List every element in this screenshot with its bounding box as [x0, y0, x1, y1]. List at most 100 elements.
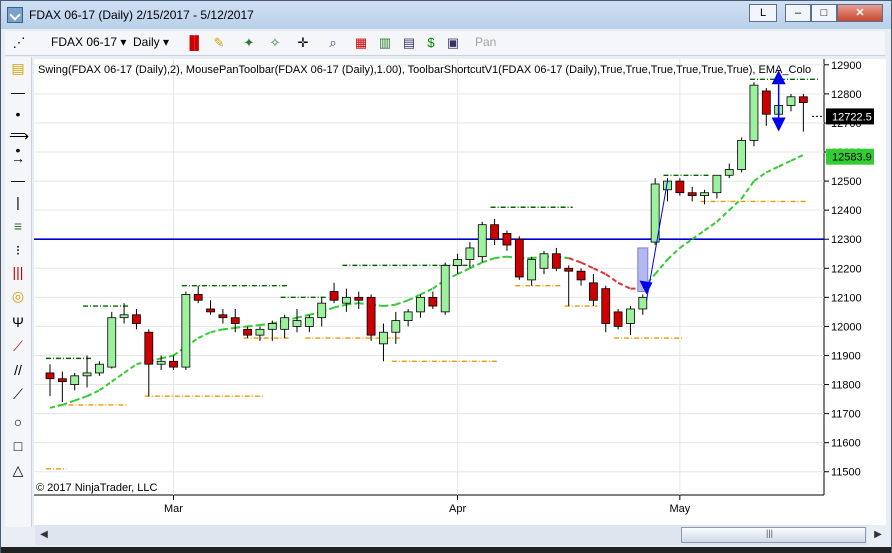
candle-body: [675, 180, 685, 194]
price-tick-label: 12100: [831, 292, 862, 304]
vertical-line-icon[interactable]: |: [9, 193, 27, 211]
ray-icon[interactable]: ⟶: [9, 127, 29, 145]
price-tick-label: 12400: [831, 205, 862, 217]
window-title: FDAX 06-17 (Daily) 2/15/2017 - 5/12/2017: [29, 8, 254, 22]
candle-body: [638, 296, 648, 310]
chart-toolbar: ⋰ FDAX 06-17 ▾ Daily ▾ ▐▌ ✎ ✦ ✧ ✛ ⌕ ▦ ▥ …: [5, 31, 885, 56]
scrollbar-thumb[interactable]: [681, 527, 866, 543]
regression-icon[interactable]: ⟋: [9, 385, 27, 403]
strategies-icon[interactable]: ✧: [267, 35, 283, 51]
interval-selector[interactable]: Daily ▾: [133, 35, 169, 49]
status-bar: [1, 547, 891, 553]
candle-body: [749, 84, 759, 141]
triangle-icon[interactable]: △: [9, 461, 27, 479]
title-bar[interactable]: FDAX 06-17 (Daily) 2/15/2017 - 5/12/2017…: [1, 1, 891, 29]
candle-body: [687, 192, 697, 197]
candle-body: [255, 328, 265, 336]
candle-body: [589, 282, 598, 301]
crosshair-icon[interactable]: ✛: [295, 35, 311, 51]
candle-body: [391, 320, 401, 333]
candle-body: [144, 331, 154, 365]
candle-body: [379, 331, 388, 345]
candle-body: [564, 267, 574, 272]
link-button[interactable]: L: [749, 4, 777, 22]
last-price-label: 12722.5: [832, 111, 872, 123]
candle-body: [737, 139, 746, 170]
candle-body: [428, 296, 438, 307]
zoom-icon[interactable]: ⌕: [325, 35, 341, 51]
ruler-icon[interactable]: ▤: [9, 59, 27, 77]
candle-body: [267, 323, 277, 330]
candle-body: [329, 291, 339, 301]
pan-button[interactable]: Pan: [475, 35, 496, 49]
candle-body: [490, 224, 500, 240]
copyright-text: © 2017 NinjaTrader, LLC: [36, 482, 157, 494]
candle-body: [95, 363, 104, 374]
minimize-button[interactable]: –: [785, 4, 811, 22]
line-dot-icon[interactable]: —: [9, 83, 27, 101]
segment-icon[interactable]: •—•: [9, 105, 27, 158]
price-tick-label: 12200: [831, 263, 862, 275]
data-series-icon[interactable]: ▥: [377, 35, 393, 51]
horizontal-line-icon[interactable]: —: [9, 171, 27, 189]
price-chart[interactable]: 11500 11600 11700 11800 11900 12000 12100 12200…: [34, 59, 886, 525]
chart-panel[interactable]: 11500 11600 11700 11800 11900 12000 12100 12200…: [34, 59, 886, 525]
candle-body: [181, 294, 191, 368]
candle-body: [403, 311, 413, 322]
candle-body: [366, 296, 376, 336]
channel-icon[interactable]: //: [9, 361, 27, 379]
price-tick-label: 12900: [831, 60, 862, 72]
price-tick-label: 12500: [831, 176, 862, 188]
candle-body: [514, 238, 524, 278]
candle-body: [70, 375, 80, 385]
pitchfork-icon[interactable]: Ψ: [9, 313, 27, 331]
time-tick-label: Mar: [164, 503, 183, 515]
bar-chart-icon[interactable]: ▦: [353, 35, 369, 51]
scroll-right-icon[interactable]: ▶: [871, 527, 885, 543]
maximize-button[interactable]: □: [811, 4, 837, 22]
price-tick-label: 11600: [831, 438, 861, 450]
candle-body: [280, 317, 290, 330]
ellipse-icon[interactable]: ○: [9, 413, 27, 431]
price-tick-label: 12800: [831, 89, 862, 101]
instrument-selector[interactable]: FDAX 06-17 ▾: [51, 35, 126, 49]
instrument-label: FDAX 06-17: [51, 35, 118, 49]
fib-retracement-icon[interactable]: ≡: [9, 217, 27, 235]
chart-trader-icon[interactable]: ▤: [401, 35, 417, 51]
draw-tool-icon[interactable]: ✎: [211, 35, 227, 51]
scroll-left-icon[interactable]: ◀: [37, 527, 51, 543]
rectangle-icon[interactable]: □: [9, 437, 27, 455]
indicators-icon[interactable]: ✦: [241, 35, 257, 51]
dollar-icon[interactable]: $: [423, 35, 439, 51]
close-button[interactable]: ✕: [837, 4, 883, 22]
chart-properties-icon[interactable]: ⋰: [11, 35, 27, 51]
window-properties-icon[interactable]: ▣: [445, 35, 461, 51]
candle-body: [292, 320, 302, 327]
candle-body: [119, 314, 129, 319]
price-tick-label: 12300: [831, 234, 862, 246]
candle-body: [712, 174, 722, 194]
gann-fan-icon[interactable]: ⟋: [9, 337, 27, 355]
candle-body: [551, 253, 561, 269]
candle-body: [700, 192, 709, 197]
price-tick-label: 11800: [831, 380, 861, 392]
chart-style-icon[interactable]: ▐▌: [185, 35, 203, 51]
candle-body: [243, 328, 253, 336]
fib-extension-icon[interactable]: ⁝: [9, 241, 27, 259]
chevron-down-icon: ▾: [163, 35, 170, 49]
extended-line-icon[interactable]: →: [9, 149, 27, 167]
price-tick-label: 11900: [831, 350, 861, 362]
candle-body: [527, 259, 537, 281]
fib-time-icon[interactable]: |||: [9, 263, 27, 281]
ema-value-label: 12583.9: [832, 152, 872, 164]
candle-body: [354, 296, 364, 301]
price-tick-label: 11700: [831, 409, 861, 421]
candle-body: [317, 302, 327, 319]
chart-window: FDAX 06-17 (Daily) 2/15/2017 - 5/12/2017…: [0, 0, 892, 553]
candle-body: [45, 372, 55, 380]
candle-body: [416, 296, 425, 313]
candle-body: [601, 288, 611, 324]
fib-circle-icon[interactable]: ◎: [9, 287, 27, 305]
chevron-down-icon: ▾: [120, 35, 127, 49]
candle-body: [57, 378, 67, 383]
